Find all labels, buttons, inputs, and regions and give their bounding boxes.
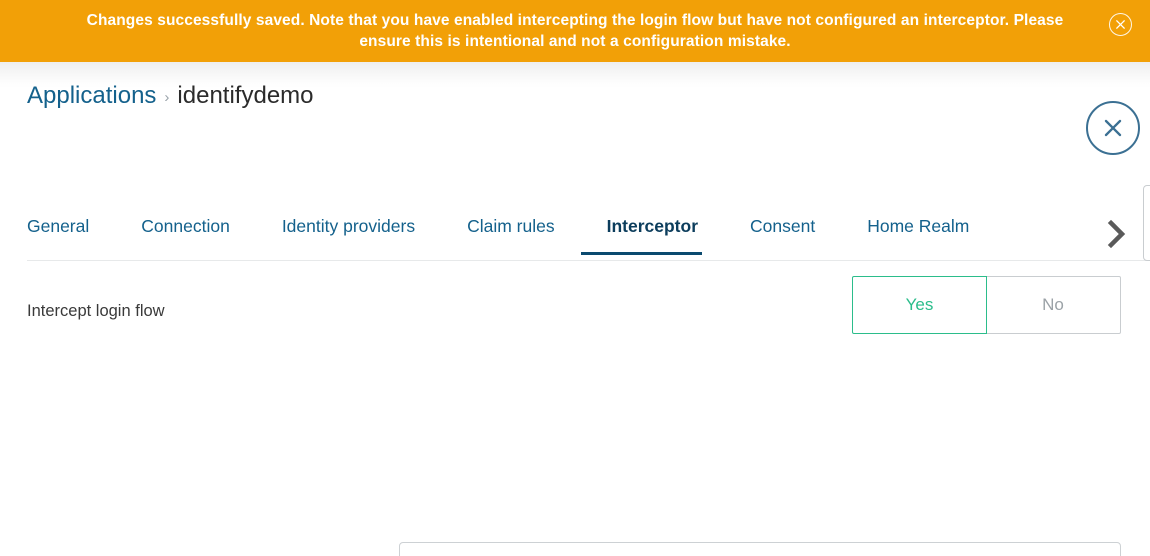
tab-label: Home Realm: [867, 216, 970, 236]
form-row-interceptor-type-name: Interceptor type name ? None: [0, 452, 1150, 556]
tab-connection[interactable]: Connection: [115, 208, 256, 256]
toggle-option-label: No: [1042, 295, 1064, 314]
breadcrumb-parent-link[interactable]: Applications: [27, 82, 156, 110]
tab-label: Interceptor: [606, 216, 699, 236]
tab-label: Identity providers: [281, 216, 416, 236]
interceptor-type-name-select[interactable]: None: [399, 542, 1121, 556]
toggle-option-label: Yes: [905, 295, 934, 314]
breadcrumb-current-page: identifydemo: [177, 82, 314, 109]
tab-list: General Connection Identity providers Cl…: [27, 208, 1150, 260]
tab-label: General: [27, 216, 90, 236]
tab-interceptor[interactable]: Interceptor: [580, 208, 724, 256]
interceptor-settings-form: Intercept login flow Yes No Interceptor …: [0, 276, 1150, 556]
close-icon: [1104, 119, 1122, 137]
tab-general[interactable]: General: [27, 208, 115, 256]
tab-label: Consent: [750, 216, 816, 236]
chevron-right-icon[interactable]: [1100, 216, 1134, 252]
breadcrumb-separator-icon: ›: [164, 89, 170, 106]
form-row-intercept-login-flow: Intercept login flow Yes No: [0, 276, 1150, 362]
tab-bar: General Connection Identity providers Cl…: [27, 208, 1150, 261]
panel-close-button[interactable]: [1086, 101, 1140, 155]
toggle-option-no[interactable]: No: [986, 276, 1121, 334]
tab-bar-divider: [27, 260, 1150, 261]
tab-claim-rules[interactable]: Claim rules: [441, 208, 581, 256]
tab-consent[interactable]: Consent: [724, 208, 841, 256]
notification-close-icon[interactable]: [1109, 13, 1132, 36]
notification-message: Changes successfully saved. Note that yo…: [86, 12, 1064, 50]
tab-label: Connection: [141, 216, 230, 236]
tab-label: Claim rules: [467, 216, 555, 236]
notification-banner: Changes successfully saved. Note that yo…: [0, 0, 1150, 62]
tab-identity-providers[interactable]: Identity providers: [256, 208, 441, 256]
breadcrumb: Applications › identifydemo: [27, 82, 314, 110]
field-label: Intercept login flow: [27, 302, 165, 320]
tab-home-realm[interactable]: Home Realm: [841, 208, 995, 256]
application-window: Changes successfully saved. Note that yo…: [0, 0, 1150, 556]
offscreen-panel-edge: [1143, 185, 1150, 261]
intercept-login-flow-toggle: Yes No: [852, 276, 1121, 334]
toggle-option-yes[interactable]: Yes: [852, 276, 987, 334]
